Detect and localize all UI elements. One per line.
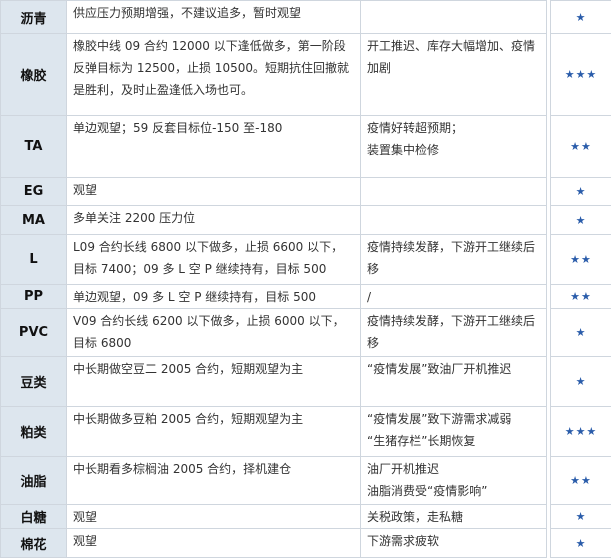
reason-cell: 疫情好转超预期；装置集中检修 <box>361 116 547 178</box>
reason-cell: “疫情发展”致油厂开机推迟 <box>361 357 547 407</box>
commodity-name: 白糖 <box>1 505 67 529</box>
reason-line: 装置集中检修 <box>367 139 540 161</box>
strategy-cell: 多单关注 2200 压力位 <box>67 206 361 235</box>
table-row: 豆类中长期做空豆二 2005 合约，短期观望为主 “疫情发展”致油厂开机推迟 ★ <box>1 357 611 407</box>
reason-line: 油厂开机推迟 <box>367 458 540 480</box>
table-row: 油脂中长期看多棕榈油 2005 合约，择机建仓油厂开机推迟油脂消费受“疫情影响”… <box>1 457 611 505</box>
table-row: 粕类中长期做多豆粕 2005 合约，短期观望为主“疫情发展”致下游需求减弱“生猪… <box>1 407 611 457</box>
reason-line: “疫情发展”致下游需求减弱 <box>367 408 540 430</box>
strategy-cell: L09 合约长线 6800 以下做多，止损 6600 以下，目标 7400；09… <box>67 235 361 285</box>
table-row: PP单边观望，09 多 L 空 P 继续持有，目标 500 / ★★ <box>1 285 611 309</box>
reason-line: “生猪存栏”长期恢复 <box>367 430 540 452</box>
reason-cell: 疫情持续发酵，下游开工继续后移 <box>361 309 547 357</box>
commodity-name: 棉花 <box>1 529 67 558</box>
reason-cell <box>361 1 547 34</box>
reason-line: 疫情持续发酵，下游开工继续后移 <box>367 310 540 354</box>
reason-cell <box>361 206 547 235</box>
table-row: 白糖观望关税政策，走私糖 ★ <box>1 505 611 529</box>
star-rating: ★★ <box>551 116 611 178</box>
table-row: 棉花观望下游需求疲软 ★ <box>1 529 611 558</box>
table-row: TA单边观望；59 反套目标位-150 至-180疫情好转超预期；装置集中检修★… <box>1 116 611 178</box>
commodity-name: 沥青 <box>1 1 67 34</box>
reason-cell: 油厂开机推迟油脂消费受“疫情影响” <box>361 457 547 505</box>
strategy-cell: 中长期做多豆粕 2005 合约，短期观望为主 <box>67 407 361 457</box>
commodity-name: TA <box>1 116 67 178</box>
commodity-name: 粕类 <box>1 407 67 457</box>
table-row: MA多单关注 2200 压力位 ★ <box>1 206 611 235</box>
reason-cell: 关税政策，走私糖 <box>361 505 547 529</box>
strategy-cell: 单边观望，09 多 L 空 P 继续持有，目标 500 <box>67 285 361 309</box>
star-rating: ★ <box>551 309 611 357</box>
commodity-name: L <box>1 235 67 285</box>
reason-line: 下游需求疲软 <box>367 530 540 552</box>
commodity-name: EG <box>1 178 67 206</box>
star-rating: ★★ <box>551 457 611 505</box>
reason-cell: 疫情持续发酵，下游开工继续后移 <box>361 235 547 285</box>
commodity-name: 油脂 <box>1 457 67 505</box>
commodity-name: MA <box>1 206 67 235</box>
commodity-strategy-table: 沥青供应压力预期增强，不建议追多，暂时观望★橡胶橡胶中线 09 合约 12000… <box>0 0 611 558</box>
table-row: EG观望 ★ <box>1 178 611 206</box>
reason-line: 疫情好转超预期； <box>367 117 540 139</box>
strategy-cell: 单边观望；59 反套目标位-150 至-180 <box>67 116 361 178</box>
star-rating: ★★ <box>551 285 611 309</box>
strategy-cell: 观望 <box>67 529 361 558</box>
table-row: 沥青供应压力预期增强，不建议追多，暂时观望 ★ <box>1 1 611 34</box>
star-rating: ★ <box>551 1 611 34</box>
strategy-cell: 中长期做空豆二 2005 合约，短期观望为主 <box>67 357 361 407</box>
reason-line: 开工推迟、库存大幅增加、疫情加剧 <box>367 35 540 79</box>
table-row: LL09 合约长线 6800 以下做多，止损 6600 以下，目标 7400；0… <box>1 235 611 285</box>
reason-line: 关税政策，走私糖 <box>367 506 540 528</box>
star-rating: ★ <box>551 206 611 235</box>
commodity-name: PP <box>1 285 67 309</box>
reason-cell: 下游需求疲软 <box>361 529 547 558</box>
reason-cell <box>361 178 547 206</box>
strategy-cell: 观望 <box>67 505 361 529</box>
star-rating: ★★ <box>551 235 611 285</box>
star-rating: ★ <box>551 178 611 206</box>
star-rating: ★★★ <box>551 407 611 457</box>
reason-line: 疫情持续发酵，下游开工继续后移 <box>367 236 540 280</box>
star-rating: ★ <box>551 529 611 558</box>
star-rating: ★ <box>551 357 611 407</box>
strategy-cell: 橡胶中线 09 合约 12000 以下逢低做多，第一阶段反弹目标为 12500，… <box>67 34 361 116</box>
reason-cell: “疫情发展”致下游需求减弱“生猪存栏”长期恢复 <box>361 407 547 457</box>
reason-line: “疫情发展”致油厂开机推迟 <box>367 358 540 380</box>
strategy-cell: 供应压力预期增强，不建议追多，暂时观望 <box>67 1 361 34</box>
reason-line: / <box>367 286 540 308</box>
strategy-cell: 观望 <box>67 178 361 206</box>
commodity-name: 橡胶 <box>1 34 67 116</box>
star-rating: ★★★ <box>551 34 611 116</box>
reason-line: 油脂消费受“疫情影响” <box>367 480 540 502</box>
table-row: PVCV09 合约长线 6200 以下做多，止损 6000 以下，目标 6800… <box>1 309 611 357</box>
table-row: 橡胶橡胶中线 09 合约 12000 以下逢低做多，第一阶段反弹目标为 1250… <box>1 34 611 116</box>
strategy-cell: 中长期看多棕榈油 2005 合约，择机建仓 <box>67 457 361 505</box>
reason-cell: / <box>361 285 547 309</box>
reason-cell: 开工推迟、库存大幅增加、疫情加剧 <box>361 34 547 116</box>
star-rating: ★ <box>551 505 611 529</box>
commodity-name: PVC <box>1 309 67 357</box>
strategy-cell: V09 合约长线 6200 以下做多，止损 6000 以下，目标 6800 <box>67 309 361 357</box>
commodity-name: 豆类 <box>1 357 67 407</box>
